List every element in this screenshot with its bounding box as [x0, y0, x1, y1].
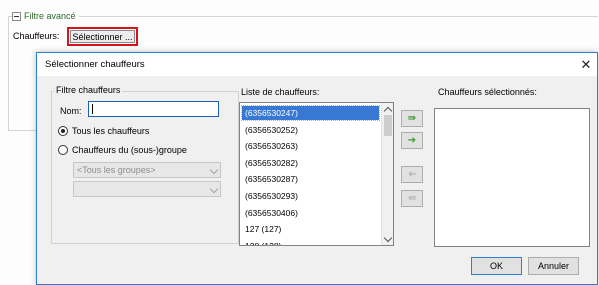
- radio-button-checked[interactable]: [58, 126, 68, 136]
- collapse-icon[interactable]: [12, 11, 21, 21]
- group-select[interactable]: <Tous les groupes>: [73, 162, 221, 178]
- add-all-button[interactable]: ⇛: [401, 110, 423, 127]
- radio-all-drivers-label: Tous les chauffeurs: [72, 126, 150, 136]
- cancel-button[interactable]: Annuler: [528, 257, 579, 275]
- add-button[interactable]: ➔: [401, 132, 423, 149]
- list-item[interactable]: (6356530293): [242, 189, 379, 203]
- scroll-down-icon[interactable]: [383, 233, 393, 243]
- list-item[interactable]: (6356530287): [242, 172, 379, 186]
- dialog-title: Sélectionner chauffeurs: [45, 59, 145, 70]
- list-item[interactable]: 128 (128): [242, 239, 379, 245]
- name-input[interactable]: [88, 101, 219, 117]
- drivers-label: Chauffeurs:: [13, 31, 60, 41]
- list-item[interactable]: (6356530263): [242, 139, 379, 153]
- double-arrow-right-icon: ⇛: [407, 113, 417, 124]
- driver-filter-legend: Filtre chauffeurs: [54, 85, 123, 95]
- arrow-right-icon: ➔: [407, 135, 417, 146]
- list-item[interactable]: (6356530282): [242, 156, 379, 170]
- close-icon[interactable]: ✕: [575, 53, 597, 76]
- select-drivers-dialog: Sélectionner chauffeurs ✕ Filtre chauffe…: [36, 52, 598, 285]
- advanced-filter-header[interactable]: Filtre avancé: [12, 10, 79, 22]
- selected-drivers-label: Chauffeurs sélectionnés:: [438, 87, 537, 97]
- radio-all-drivers[interactable]: Tous les chauffeurs: [58, 126, 149, 136]
- remove-all-button[interactable]: ⇛: [401, 190, 423, 207]
- list-item[interactable]: (6356530247): [241, 105, 380, 121]
- dialog-titlebar[interactable]: Sélectionner chauffeurs ✕: [37, 53, 597, 76]
- name-label: Nom:: [60, 106, 82, 116]
- radio-group-drivers[interactable]: Chauffeurs du (sous-)groupe: [58, 145, 187, 155]
- select-drivers-button-highlight[interactable]: Sélectionner ...: [67, 27, 138, 46]
- list-item[interactable]: (6356530252): [242, 123, 379, 137]
- scroll-up-icon[interactable]: [383, 106, 393, 116]
- list-item[interactable]: 127 (127): [242, 222, 379, 236]
- double-arrow-left-icon: ⇛: [407, 193, 417, 204]
- vertical-scrollbar[interactable]: [381, 103, 393, 245]
- select-drivers-button[interactable]: Sélectionner ...: [70, 30, 135, 43]
- scroll-thumb[interactable]: [384, 115, 392, 136]
- chevron-down-icon: [209, 184, 219, 194]
- chevron-down-icon: [209, 165, 219, 175]
- group-select-value: <Tous les groupes>: [77, 165, 156, 175]
- selected-drivers-list[interactable]: [434, 108, 590, 247]
- radio-button-unchecked[interactable]: [58, 145, 68, 155]
- drivers-list[interactable]: (6356530247) (6356530252) (6356530263) (635…: [239, 102, 394, 246]
- remove-button[interactable]: ➔: [401, 166, 423, 183]
- text-caret: [92, 104, 93, 114]
- radio-group-drivers-label: Chauffeurs du (sous-)groupe: [72, 145, 187, 155]
- drivers-list-label: Liste de chauffeurs:: [241, 87, 320, 97]
- advanced-filter-title: Filtre avancé: [24, 11, 76, 21]
- subgroup-select[interactable]: [73, 181, 221, 197]
- arrow-left-icon: ➔: [407, 169, 417, 180]
- list-item[interactable]: (6356530406): [242, 206, 379, 220]
- ok-button[interactable]: OK: [471, 257, 522, 275]
